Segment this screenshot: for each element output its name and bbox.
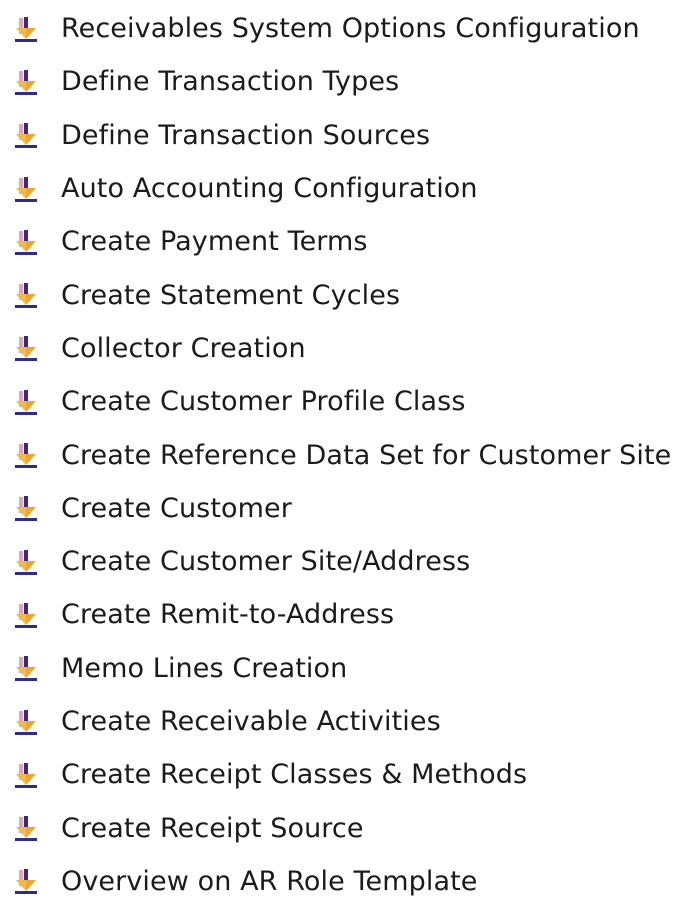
list-item: Define Transaction Sources	[0, 109, 686, 162]
down-arrow-bullet-icon	[13, 654, 41, 682]
list-item: Create Customer Profile Class	[0, 375, 686, 428]
down-arrow-bullet-icon	[13, 867, 41, 895]
list-item-label: Define Transaction Types	[61, 66, 400, 98]
list-item-label: Create Customer Profile Class	[61, 386, 466, 418]
list-item: Create Reference Data Set for Customer S…	[0, 428, 686, 481]
down-arrow-bullet-icon	[13, 708, 41, 736]
list-item: Create Receipt Source	[0, 801, 686, 854]
down-arrow-bullet-icon	[13, 548, 41, 576]
list-item: Create Statement Cycles	[0, 268, 686, 321]
list-item: Collector Creation	[0, 322, 686, 375]
list-item-label: Memo Lines Creation	[61, 652, 348, 684]
list-item-label: Create Receivable Activities	[61, 706, 441, 737]
list-item: Auto Accounting Configuration	[0, 162, 686, 215]
down-arrow-bullet-icon	[13, 814, 41, 842]
list-item: Create Receivable Activities	[0, 695, 686, 748]
down-arrow-bullet-icon	[13, 494, 41, 522]
list-item: Create Receipt Classes & Methods	[0, 748, 686, 801]
down-arrow-bullet-icon	[13, 761, 41, 789]
down-arrow-bullet-icon	[13, 441, 41, 469]
list-item-label: Create Customer Site/Address	[61, 546, 471, 578]
list-item-label: Collector Creation	[61, 332, 306, 364]
list-item-label: Create Payment Terms	[61, 226, 368, 258]
list-item: Memo Lines Creation	[0, 642, 686, 695]
down-arrow-bullet-icon	[13, 334, 41, 362]
list-item-label: Create Reference Data Set for Customer S…	[61, 439, 672, 471]
list-item: Create Remit-to-Address	[0, 588, 686, 641]
down-arrow-bullet-icon	[13, 15, 41, 43]
down-arrow-bullet-icon	[13, 68, 41, 96]
list-item: Receivables System Options Configuration	[0, 2, 686, 55]
down-arrow-bullet-icon	[13, 601, 41, 629]
list-item: Define Transaction Types	[0, 55, 686, 108]
list-item-label: Create Receipt Classes & Methods	[61, 759, 528, 791]
list-item: Overview on AR Role Template	[0, 855, 686, 908]
list-item: Create Payment Terms	[0, 215, 686, 268]
list-item-label: Create Customer	[61, 492, 292, 524]
list-item: Create Customer	[0, 482, 686, 535]
list-item: Create Customer Site/Address	[0, 535, 686, 588]
list-item-label: Create Remit-to-Address	[61, 599, 395, 631]
bullet-list: Receivables System Options Configuration…	[0, 2, 686, 908]
list-item-label: Create Statement Cycles	[61, 279, 401, 311]
down-arrow-bullet-icon	[13, 281, 41, 309]
down-arrow-bullet-icon	[13, 228, 41, 256]
list-item-label: Create Receipt Source	[61, 812, 364, 844]
down-arrow-bullet-icon	[13, 175, 41, 203]
list-item-label: Receivables System Options Configuration	[61, 13, 640, 45]
list-item-label: Auto Accounting Configuration	[61, 173, 478, 205]
list-item-label: Define Transaction Sources	[61, 119, 431, 151]
down-arrow-bullet-icon	[13, 121, 41, 149]
down-arrow-bullet-icon	[13, 388, 41, 416]
